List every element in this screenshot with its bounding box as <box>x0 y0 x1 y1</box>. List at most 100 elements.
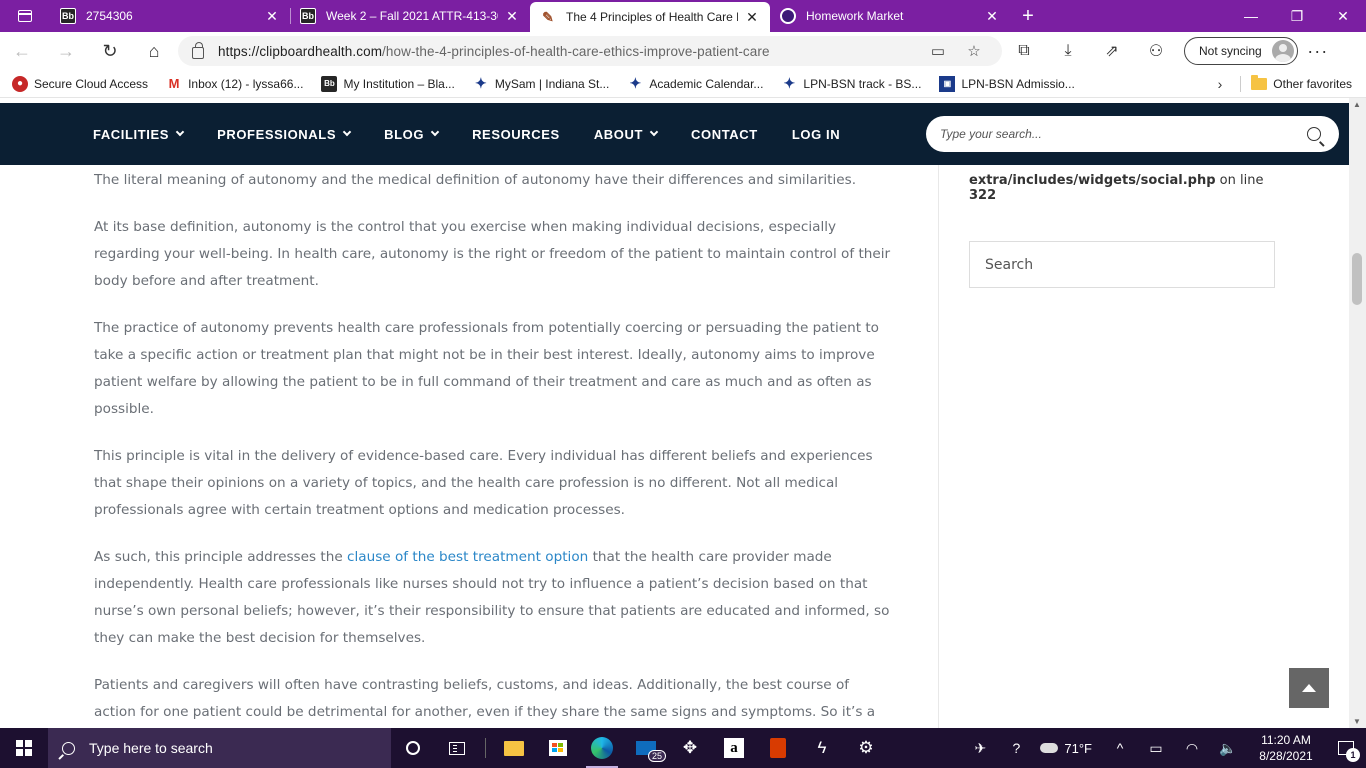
profile-sync-button[interactable]: Not syncing <box>1184 37 1298 65</box>
back-to-top-button[interactable] <box>1289 668 1329 708</box>
close-icon[interactable]: ✕ <box>264 8 280 25</box>
amazon-button[interactable]: a <box>712 728 756 768</box>
page-scrollbar[interactable]: ▲ ▼ <box>1349 98 1366 728</box>
add-favorite-icon[interactable]: ☆ <box>956 42 992 60</box>
show-hidden-icons-button[interactable]: ^ <box>1102 728 1138 768</box>
favorite-mysam[interactable]: ✦ MySam | Indiana St... <box>473 75 610 92</box>
favorite-academic-calendar[interactable]: ✦ Academic Calendar... <box>627 75 763 92</box>
forward-arrow-icon[interactable]: → <box>44 35 88 67</box>
home-icon[interactable]: ⌂ <box>132 35 176 67</box>
favorite-label: My Institution – Bla... <box>343 76 455 91</box>
battery-icon: ▭ <box>1149 739 1163 756</box>
help-icon: ? <box>1012 740 1021 756</box>
favorite-lpn-bsn-admissions[interactable]: ▣ LPN-BSN Admissio... <box>939 75 1075 92</box>
file-explorer-button[interactable] <box>492 728 536 768</box>
close-icon[interactable]: ✕ <box>504 8 520 25</box>
site-search-input[interactable] <box>940 127 1307 141</box>
search-icon[interactable] <box>1307 127 1321 141</box>
scroll-up-icon[interactable]: ▲ <box>1353 100 1361 109</box>
minimize-icon[interactable]: — <box>1228 0 1274 32</box>
url-text[interactable]: https://clipboardhealth.com/how-the-4-pr… <box>218 44 920 59</box>
column-divider <box>938 165 939 728</box>
favorite-secure-cloud[interactable]: ● Secure Cloud Access <box>12 75 149 92</box>
best-treatment-option-link[interactable]: clause of the best treatment option <box>347 549 588 565</box>
action-center-button[interactable]: 1 <box>1326 728 1366 768</box>
paragraph-2: At its base definition, autonomy is the … <box>94 219 891 289</box>
browser-tab-3[interactable]: ✎ The 4 Principles of Health Care E ✕ <box>530 2 770 32</box>
settings-button[interactable]: ⚙ <box>844 728 888 768</box>
paragraph-3: The practice of autonomy prevents health… <box>94 320 879 417</box>
browser-tab-2[interactable]: Bb Week 2 – Fall 2021 ATTR-413-30 ✕ <box>290 0 530 32</box>
browser-tab-4[interactable]: Homework Market ✕ <box>770 0 1010 32</box>
cortana-button[interactable] <box>391 728 435 768</box>
sidebar: extra/includes/widgets/social.php on lin… <box>969 165 1275 288</box>
back-arrow-icon[interactable]: ← <box>0 35 44 67</box>
system-tray: ✈ ? 71°F ^ ▭ ◠ 🔈 11:20 AM 8/28/2021 1 <box>962 728 1366 768</box>
task-view-button[interactable] <box>435 728 479 768</box>
reader-view-icon[interactable]: ▭ <box>920 42 956 60</box>
favorite-label: MySam | Indiana St... <box>494 76 610 91</box>
scroll-down-icon[interactable]: ▼ <box>1353 717 1361 726</box>
favorite-lpn-bsn-track[interactable]: ✦ LPN-BSN track - BS... <box>781 75 922 92</box>
sidebar-search-input[interactable] <box>985 256 1259 273</box>
nav-facilities[interactable]: FACILITIES <box>93 127 185 142</box>
start-button[interactable] <box>0 728 48 768</box>
taskbar-search[interactable]: Type here to search <box>48 728 391 768</box>
tab-actions-button[interactable] <box>0 0 50 32</box>
scroll-thumb[interactable] <box>1352 253 1362 305</box>
folder-icon <box>1251 74 1268 90</box>
store-icon <box>549 740 567 756</box>
mail-button[interactable]: 25 <box>624 728 668 768</box>
close-icon[interactable]: ✕ <box>984 8 1000 25</box>
window-close-icon[interactable]: ✕ <box>1320 0 1366 32</box>
new-tab-button[interactable]: + <box>1010 0 1046 32</box>
battery-button[interactable]: ▭ <box>1138 728 1174 768</box>
lock-icon[interactable] <box>192 41 204 59</box>
nav-contact[interactable]: CONTACT <box>691 127 758 142</box>
arrow-up-icon <box>1302 684 1316 692</box>
extensions-icon[interactable]: ⚇ <box>1134 35 1178 67</box>
nav-resources[interactable]: RESOURCES <box>472 127 560 142</box>
nav-login[interactable]: LOG IN <box>792 127 840 142</box>
site-search-box[interactable] <box>926 116 1339 152</box>
taskbar-search-placeholder: Type here to search <box>89 740 213 756</box>
php-error-message: extra/includes/widgets/social.php on lin… <box>969 173 1275 203</box>
browser-tab-1[interactable]: Bb 2754306 ✕ <box>50 0 290 32</box>
favorite-label: Secure Cloud Access <box>34 76 149 91</box>
blackboard-icon: Bb <box>321 75 338 92</box>
other-favorites-button[interactable]: Other favorites <box>1273 77 1352 91</box>
tray-app-button[interactable]: ✈ <box>962 728 998 768</box>
store-button[interactable] <box>536 728 580 768</box>
network-button[interactable]: ◠ <box>1174 728 1210 768</box>
downloads-icon[interactable]: ⤓ <box>1046 35 1090 67</box>
volume-button[interactable]: 🔈 <box>1210 728 1246 768</box>
office-button[interactable] <box>756 728 800 768</box>
favorite-label: Inbox (12) - lyssa66... <box>188 76 304 91</box>
dropbox-button[interactable]: ✥ <box>668 728 712 768</box>
collections-icon[interactable]: ⧉ <box>1002 35 1046 67</box>
favorite-inbox[interactable]: M Inbox (12) - lyssa66... <box>166 76 304 92</box>
paragraph-text: As such, this principle addresses the <box>94 549 348 565</box>
nav-about[interactable]: ABOUT <box>594 127 659 142</box>
nav-professionals[interactable]: PROFESSIONALS <box>217 127 352 142</box>
wifi-icon: ◠ <box>1185 739 1199 756</box>
app-button[interactable]: ϟ <box>800 728 844 768</box>
windows-logo-icon <box>16 740 32 756</box>
share-icon[interactable]: ⇗ <box>1090 35 1134 67</box>
nav-blog[interactable]: BLOG <box>384 127 440 142</box>
favorite-my-institution[interactable]: Bb My Institution – Bla... <box>321 75 455 92</box>
more-options-icon[interactable]: ··· <box>1298 41 1338 62</box>
address-bar[interactable]: https://clipboardhealth.com/how-the-4-pr… <box>178 36 1002 66</box>
sidebar-search-box[interactable] <box>969 241 1275 288</box>
weather-widget[interactable]: 71°F <box>1040 741 1092 756</box>
refresh-icon[interactable]: ↻ <box>88 35 132 67</box>
page-content: The literal meaning of autonomy and the … <box>0 165 1349 728</box>
help-button[interactable]: ? <box>998 728 1034 768</box>
chevron-right-icon[interactable]: › <box>1218 76 1223 92</box>
edge-button[interactable] <box>580 728 624 768</box>
restore-icon[interactable]: ❐ <box>1274 0 1320 32</box>
close-icon[interactable]: ✕ <box>744 9 760 26</box>
clock[interactable]: 11:20 AM 8/28/2021 <box>1246 732 1326 764</box>
browser-tab-strip: Bb 2754306 ✕ Bb Week 2 – Fall 2021 ATTR-… <box>0 0 1366 32</box>
nav-label: CONTACT <box>691 126 758 142</box>
